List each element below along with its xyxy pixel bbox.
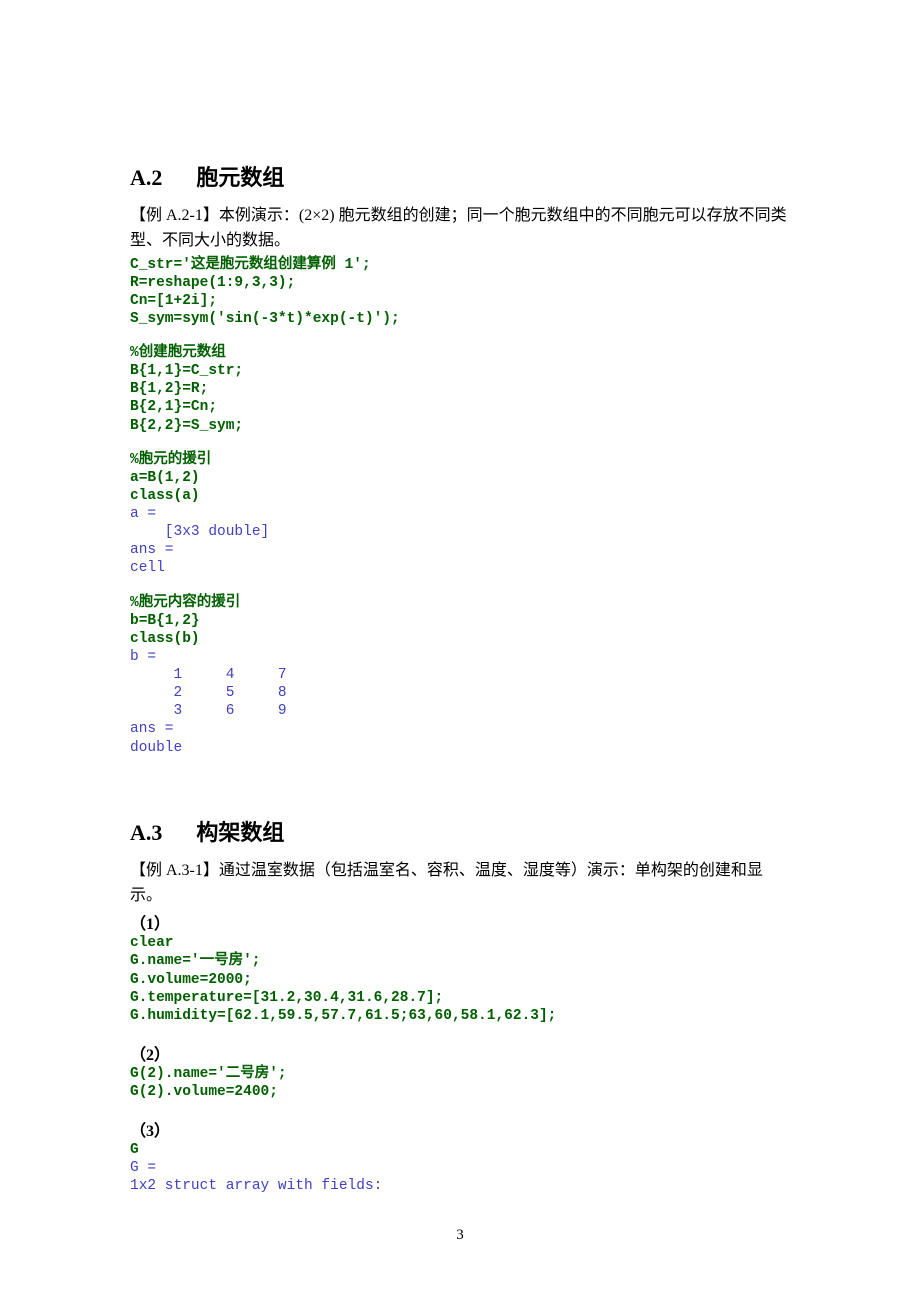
a3-step-2-label: （2）: [130, 1041, 790, 1065]
a3-code-block-1: clear G.name='一号房'; G.volume=2000; G.tem…: [130, 934, 790, 1025]
a3-step-3-label: （3）: [130, 1117, 790, 1141]
section-a2-heading: A.2 胞元数组: [130, 160, 790, 192]
a3-step-1-label: （1）: [130, 910, 790, 934]
a3-number: A.3: [130, 820, 162, 846]
a2-code-block-3: a=B(1,2) class(a): [130, 469, 790, 505]
a3-example-intro: 【例 A.3-1】通过温室数据（包括温室名、容积、温度、湿度等）演示：单构架的创…: [130, 859, 790, 909]
a2-comment-3: %胞元的援引: [130, 451, 790, 469]
a2-example-intro: 【例 A.2-1】本例演示：(2×2) 胞元数组的创建；同一个胞元数组中的不同胞…: [130, 204, 790, 254]
a2-comment-4: %胞元内容的援引: [130, 594, 790, 612]
a2-code-block-4: b=B{1,2} class(b): [130, 612, 790, 648]
section-a3-heading: A.3 构架数组: [130, 815, 790, 847]
a3-code-block-3: G: [130, 1141, 790, 1159]
a3-code-block-2: G(2).name='二号房'; G(2).volume=2400;: [130, 1065, 790, 1101]
page-number: 3: [130, 1227, 790, 1244]
a3-title: 构架数组: [196, 820, 284, 845]
a2-code-block-1: C_str='这是胞元数组创建算例 1'; R=reshape(1:9,3,3)…: [130, 256, 790, 329]
a2-output-1: a = [3x3 double] ans = cell: [130, 505, 790, 578]
a3-output-1: G = 1x2 struct array with fields:: [130, 1159, 790, 1195]
a2-comment-2: %创建胞元数组: [130, 344, 790, 362]
a2-output-2: b = 1 4 7 2 5 8 3 6 9 ans = double: [130, 648, 790, 757]
a2-code-block-2: B{1,1}=C_str; B{1,2}=R; B{2,1}=Cn; B{2,2…: [130, 362, 790, 435]
a2-number: A.2: [130, 165, 162, 191]
a2-title: 胞元数组: [196, 165, 284, 190]
